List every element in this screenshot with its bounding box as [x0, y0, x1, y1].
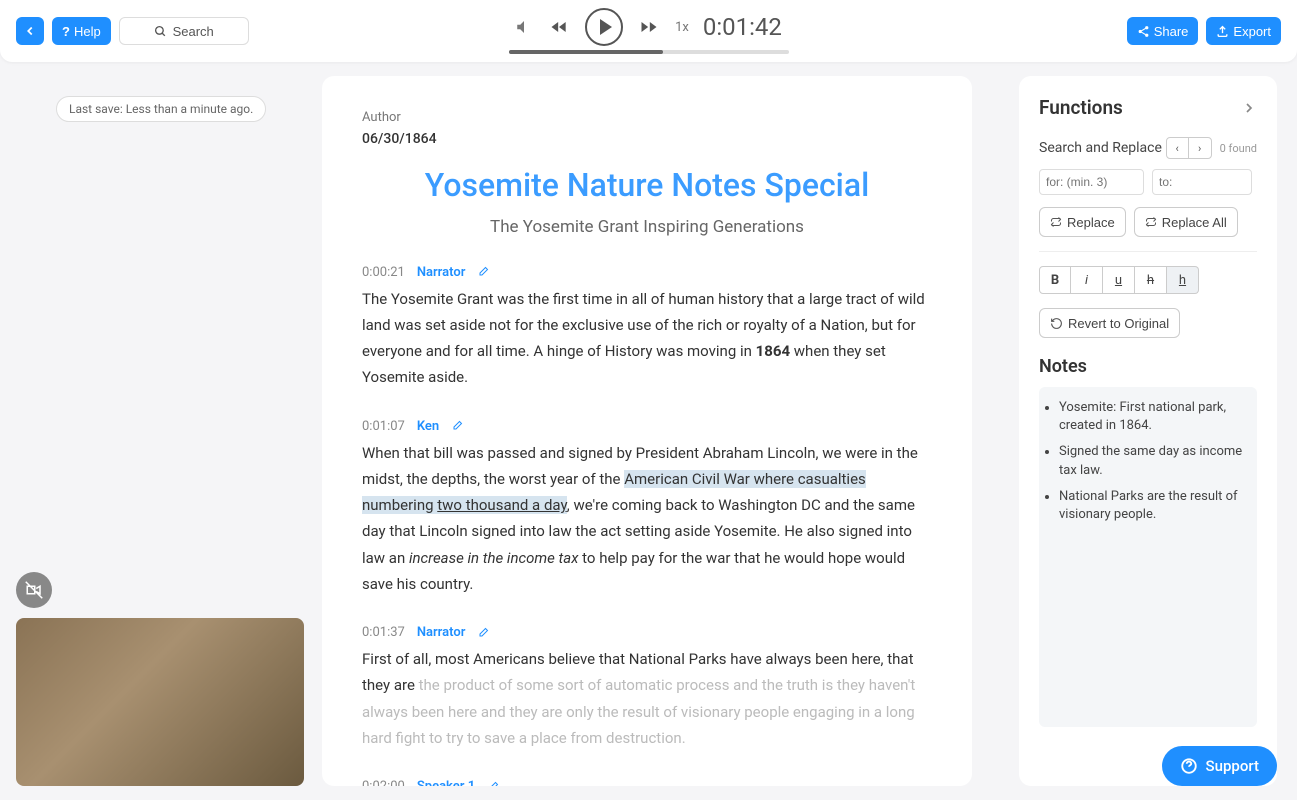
- underline-button[interactable]: u: [1103, 266, 1135, 294]
- camera-off-icon: [25, 581, 43, 599]
- sr-prev[interactable]: ‹: [1167, 138, 1189, 158]
- doc-date: 06/30/1864: [362, 131, 932, 147]
- play-icon: [600, 19, 612, 35]
- question-icon: ?: [62, 24, 70, 39]
- speaker-name[interactable]: Ken: [417, 419, 439, 434]
- sr-next[interactable]: ›: [1189, 138, 1211, 158]
- sr-nav: ‹ ›: [1166, 137, 1212, 159]
- sr-to-input[interactable]: [1152, 169, 1252, 195]
- timestamp[interactable]: 0:01:37: [362, 625, 405, 640]
- revert-icon: [1050, 317, 1063, 330]
- segment-text[interactable]: First of all, most Americans believe tha…: [362, 646, 932, 751]
- note-item: National Parks are the result of visiona…: [1059, 488, 1245, 524]
- save-status: Last save: Less than a minute ago.: [56, 96, 266, 122]
- sr-count: 0 found: [1220, 142, 1257, 155]
- support-button[interactable]: Support: [1162, 746, 1277, 786]
- time-display: 0:01:42: [703, 13, 782, 41]
- timestamp[interactable]: 0:00:21: [362, 265, 405, 280]
- edit-icon[interactable]: [451, 420, 463, 432]
- strike-button[interactable]: h: [1135, 266, 1167, 294]
- camera-toggle[interactable]: [16, 572, 52, 608]
- search-label: Search: [173, 24, 214, 39]
- support-label: Support: [1206, 757, 1259, 775]
- progress-fill: [509, 50, 663, 54]
- volume-icon[interactable]: [515, 18, 533, 36]
- video-thumbnail[interactable]: [16, 618, 304, 786]
- notes-box[interactable]: Yosemite: First national park, created i…: [1039, 387, 1257, 727]
- rewind-icon[interactable]: [547, 17, 571, 37]
- export-icon: [1216, 25, 1229, 38]
- speaker-name[interactable]: Narrator: [417, 625, 466, 640]
- timestamp[interactable]: 0:01:07: [362, 419, 405, 434]
- speaker-name[interactable]: Narrator: [417, 265, 466, 280]
- segment-text[interactable]: When that bill was passed and signed by …: [362, 440, 932, 598]
- italic-button[interactable]: i: [1071, 266, 1103, 294]
- replace-all-icon: [1145, 216, 1157, 228]
- segment: 0:01:07 Ken When that bill was passed an…: [362, 419, 932, 598]
- search-icon: [154, 25, 167, 38]
- progress-bar[interactable]: [509, 50, 789, 54]
- replace-all-button[interactable]: Replace All: [1134, 207, 1238, 237]
- share-label: Share: [1154, 24, 1189, 39]
- speed-label[interactable]: 1x: [675, 20, 689, 35]
- doc-subtitle[interactable]: The Yosemite Grant Inspiring Generations: [362, 217, 932, 237]
- topbar: ? Help Search 1x 0:01:42 Share Export: [0, 0, 1297, 62]
- right-controls: Share Export: [1127, 17, 1281, 45]
- functions-panel: Functions Search and Replace ‹ › 0 found…: [1019, 76, 1277, 786]
- back-button[interactable]: [16, 17, 44, 45]
- share-icon: [1137, 25, 1150, 38]
- play-button[interactable]: [585, 8, 623, 46]
- highlight-button[interactable]: h: [1167, 266, 1199, 294]
- search-button[interactable]: Search: [119, 17, 249, 45]
- edit-icon[interactable]: [477, 266, 489, 278]
- search-replace-label: Search and Replace: [1039, 140, 1162, 156]
- divider: [1039, 251, 1257, 252]
- speaker-name[interactable]: Speaker 1: [417, 779, 475, 786]
- left-controls: ? Help Search: [16, 17, 249, 45]
- segment: 0:02:00 Speaker 1: [362, 779, 932, 786]
- support-icon: [1180, 757, 1198, 775]
- player: 1x 0:01:42: [509, 8, 789, 54]
- share-button[interactable]: Share: [1127, 17, 1199, 45]
- format-toolbar: B i u h h: [1039, 266, 1257, 294]
- replace-icon: [1050, 216, 1062, 228]
- segment-text[interactable]: The Yosemite Grant was the first time in…: [362, 286, 932, 391]
- chevron-right-icon[interactable]: [1241, 100, 1257, 116]
- export-label: Export: [1233, 24, 1271, 39]
- bold-button[interactable]: B: [1039, 266, 1071, 294]
- edit-icon[interactable]: [477, 627, 489, 639]
- note-item: Yosemite: First national park, created i…: [1059, 399, 1245, 435]
- replace-button[interactable]: Replace: [1039, 207, 1126, 237]
- transcript-editor[interactable]: Author 06/30/1864 Yosemite Nature Notes …: [322, 76, 972, 786]
- timestamp[interactable]: 0:02:00: [362, 779, 405, 786]
- segment: 0:01:37 Narrator First of all, most Amer…: [362, 625, 932, 751]
- panel-title: Functions: [1039, 96, 1257, 119]
- help-label: Help: [74, 24, 101, 39]
- author-label: Author: [362, 110, 932, 125]
- notes-heading: Notes: [1039, 356, 1257, 377]
- revert-button[interactable]: Revert to Original: [1039, 308, 1180, 338]
- doc-title[interactable]: Yosemite Nature Notes Special: [362, 165, 932, 207]
- sr-for-input[interactable]: [1039, 169, 1144, 195]
- note-item: Signed the same day as income tax law.: [1059, 443, 1245, 479]
- edit-icon[interactable]: [487, 781, 499, 786]
- segment: 0:00:21 Narrator The Yosemite Grant was …: [362, 265, 932, 391]
- forward-icon[interactable]: [637, 17, 661, 37]
- arrow-left-icon: [23, 24, 37, 38]
- export-button[interactable]: Export: [1206, 17, 1281, 45]
- help-button[interactable]: ? Help: [52, 17, 111, 45]
